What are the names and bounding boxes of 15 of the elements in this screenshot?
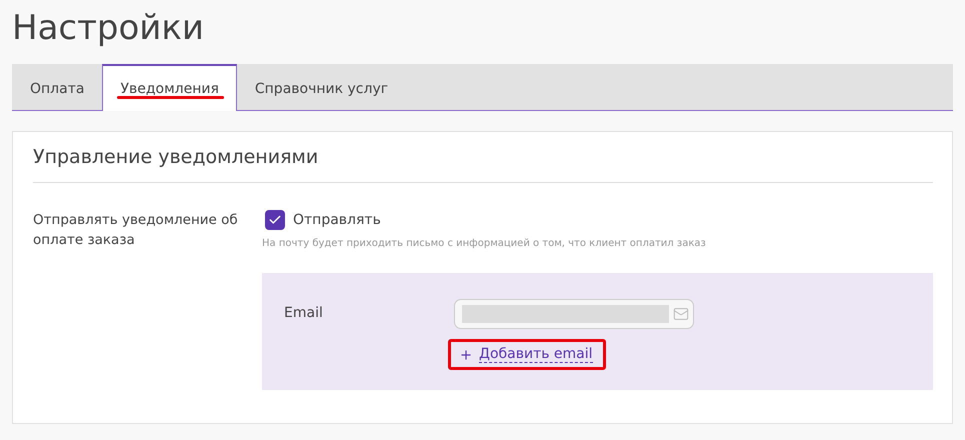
checkbox-label: Отправлять	[293, 212, 381, 228]
tab[interactable]: Справочник услуг	[236, 64, 406, 111]
section-title: Управление уведомлениями	[33, 146, 933, 183]
checkbox[interactable]	[265, 210, 285, 230]
add-email-link[interactable]: Добавить email	[459, 346, 593, 363]
setting-label: Отправлять уведомление об оплате заказа	[33, 211, 239, 250]
send-checkbox[interactable]: Отправлять	[265, 210, 933, 230]
email-field[interactable]	[454, 299, 694, 329]
tab[interactable]: Уведомления	[102, 64, 237, 111]
tab[interactable]: Оплата	[12, 64, 102, 111]
email-label: Email	[284, 304, 324, 323]
page-title: Настройки	[12, 7, 206, 50]
plus-icon	[459, 348, 473, 362]
hint-text: На почту будет приходить письмо с информацией о том, что клиент оплатил заказ	[262, 238, 707, 249]
mail-icon	[673, 306, 689, 322]
